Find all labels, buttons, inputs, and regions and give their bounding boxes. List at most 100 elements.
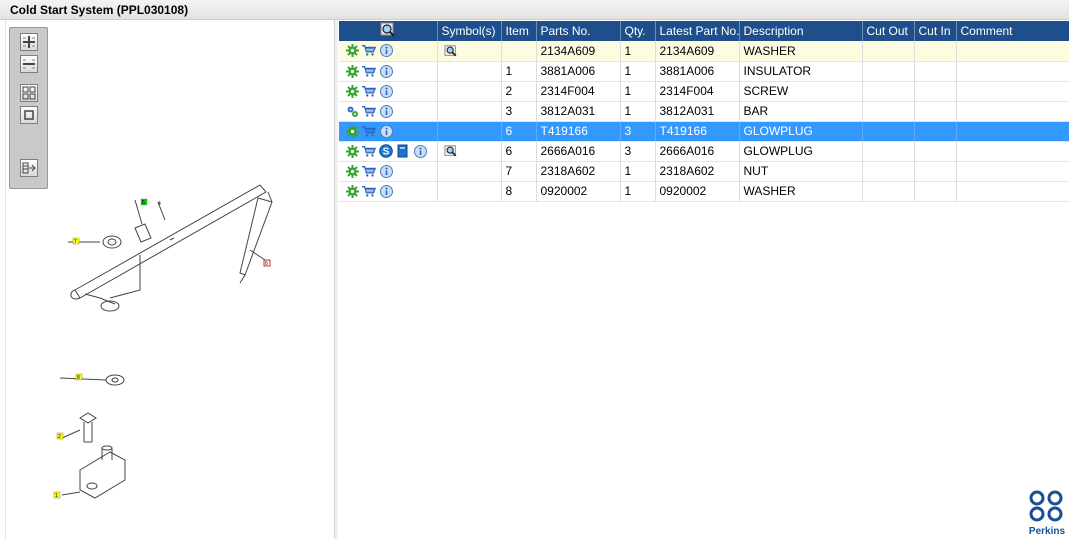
cell-comment [956, 161, 1069, 182]
info-icon[interactable] [379, 124, 393, 138]
row-symbols [437, 121, 502, 142]
gear-icon[interactable] [345, 44, 359, 58]
header-description[interactable]: Description [739, 21, 863, 41]
table-row[interactable]: 6 T419166 3 T419166 GLOWPLUG [339, 121, 1069, 142]
magnify-icon[interactable] [443, 44, 458, 58]
cart-icon[interactable] [362, 164, 376, 178]
info-icon[interactable] [413, 144, 427, 158]
gear-icon[interactable] [345, 84, 359, 98]
cell-latest-part-no: 2318A602 [655, 161, 740, 182]
fit-all-icon [22, 86, 36, 100]
callout-6: 6 [265, 261, 268, 267]
cart-icon[interactable] [362, 104, 376, 118]
cell-cut-in [914, 41, 957, 62]
table-row[interactable]: 3 3812A031 1 3812A031 BAR [339, 101, 1069, 122]
gear-icon[interactable] [345, 164, 359, 178]
row-action-icons: S [339, 141, 438, 162]
row-symbols [437, 61, 502, 82]
table-row[interactable]: 1 3881A006 1 3881A006 INSULATOR [339, 61, 1069, 82]
service-icon[interactable]: S [379, 144, 393, 158]
header-actions[interactable] [339, 21, 438, 41]
cell-qty: 1 [620, 81, 656, 102]
gear-icon[interactable] [345, 124, 359, 138]
exploded-parts-drawing[interactable]: 7 5 4 6 8 2 1 [40, 180, 300, 520]
info-icon[interactable] [379, 184, 393, 198]
parts-table: Symbol(s) Item Parts No. Qty. Latest Par… [339, 21, 1069, 202]
cell-item: 6 [501, 121, 537, 142]
cell-qty: 1 [620, 101, 656, 122]
cell-cut-out [862, 61, 915, 82]
export-button[interactable] [20, 159, 38, 177]
cell-parts-no: 2134A609 [536, 41, 621, 62]
info-icon[interactable] [379, 164, 393, 178]
info-icon[interactable] [379, 84, 393, 98]
actual-size-icon [24, 110, 34, 120]
cart-icon[interactable] [362, 144, 376, 158]
cell-latest-part-no: 0920002 [655, 181, 740, 202]
gear-icon[interactable] [345, 184, 359, 198]
header-cut-out[interactable]: Cut Out [862, 21, 915, 41]
header-symbols[interactable]: Symbol(s) [437, 21, 502, 41]
pane-splitter[interactable] [335, 20, 338, 539]
cell-comment [956, 81, 1069, 102]
cell-comment [956, 41, 1069, 62]
header-cut-in[interactable]: Cut In [914, 21, 957, 41]
zoom-in-button[interactable] [20, 33, 38, 51]
zoom-out-button[interactable] [20, 55, 38, 73]
zoom-toolbar [9, 27, 48, 189]
table-row[interactable]: 8 0920002 1 0920002 WASHER [339, 181, 1069, 202]
cell-latest-part-no: 2134A609 [655, 41, 740, 62]
cell-qty: 3 [620, 141, 656, 162]
perkins-logo: Perkins [1025, 490, 1069, 539]
row-symbols [437, 81, 502, 102]
info-icon[interactable] [379, 104, 393, 118]
callout-1: 1 [55, 493, 58, 499]
zoom-out-icon [23, 59, 35, 69]
export-icon [22, 162, 36, 174]
table-row[interactable]: 2134A609 1 2134A609 WASHER [339, 41, 1069, 62]
cell-item: 8 [501, 181, 537, 202]
info-icon[interactable] [379, 64, 393, 78]
row-action-icons [339, 101, 438, 122]
actual-size-button[interactable] [20, 106, 38, 124]
gear-icon[interactable] [345, 64, 359, 78]
cell-cut-in [914, 181, 957, 202]
row-action-icons [339, 161, 438, 182]
cell-comment [956, 121, 1069, 142]
row-symbols [437, 141, 502, 162]
table-row[interactable]: S 6 2666A016 3 2666A016 GLOWPLUG [339, 141, 1069, 162]
fit-all-button[interactable] [20, 84, 38, 102]
info-icon[interactable] [379, 44, 393, 58]
magnify-icon[interactable] [443, 144, 458, 158]
gear-icon[interactable] [345, 144, 359, 158]
table-row[interactable]: 2 2314F004 1 2314F004 SCREW [339, 81, 1069, 102]
cell-latest-part-no: 3812A031 [655, 101, 740, 122]
cell-cut-out [862, 121, 915, 142]
callout-7: 7 [74, 239, 77, 245]
cart-icon[interactable] [362, 84, 376, 98]
cell-qty: 1 [620, 181, 656, 202]
header-latest-part-no[interactable]: Latest Part No. [655, 21, 740, 41]
cell-parts-no: 3812A031 [536, 101, 621, 122]
cell-cut-out [862, 181, 915, 202]
cell-cut-out [862, 161, 915, 182]
header-parts-no[interactable]: Parts No. [536, 21, 621, 41]
cell-cut-out [862, 41, 915, 62]
cell-cut-in [914, 141, 957, 162]
cell-qty: 1 [620, 41, 656, 62]
cell-description: INSULATOR [739, 61, 863, 82]
cart-icon[interactable] [362, 184, 376, 198]
table-row[interactable]: 7 2318A602 1 2318A602 NUT [339, 161, 1069, 182]
book-icon[interactable] [396, 144, 410, 158]
header-item[interactable]: Item [501, 21, 537, 41]
cart-icon[interactable] [362, 124, 376, 138]
header-qty[interactable]: Qty. [620, 21, 656, 41]
cart-icon[interactable] [362, 64, 376, 78]
cart-icon[interactable] [362, 44, 376, 58]
gears-icon[interactable] [345, 104, 359, 118]
header-comment[interactable]: Comment [956, 21, 1069, 41]
cell-description: BAR [739, 101, 863, 122]
row-action-icons [339, 41, 438, 62]
search-parts-icon[interactable] [380, 22, 396, 37]
cell-latest-part-no: 2314F004 [655, 81, 740, 102]
